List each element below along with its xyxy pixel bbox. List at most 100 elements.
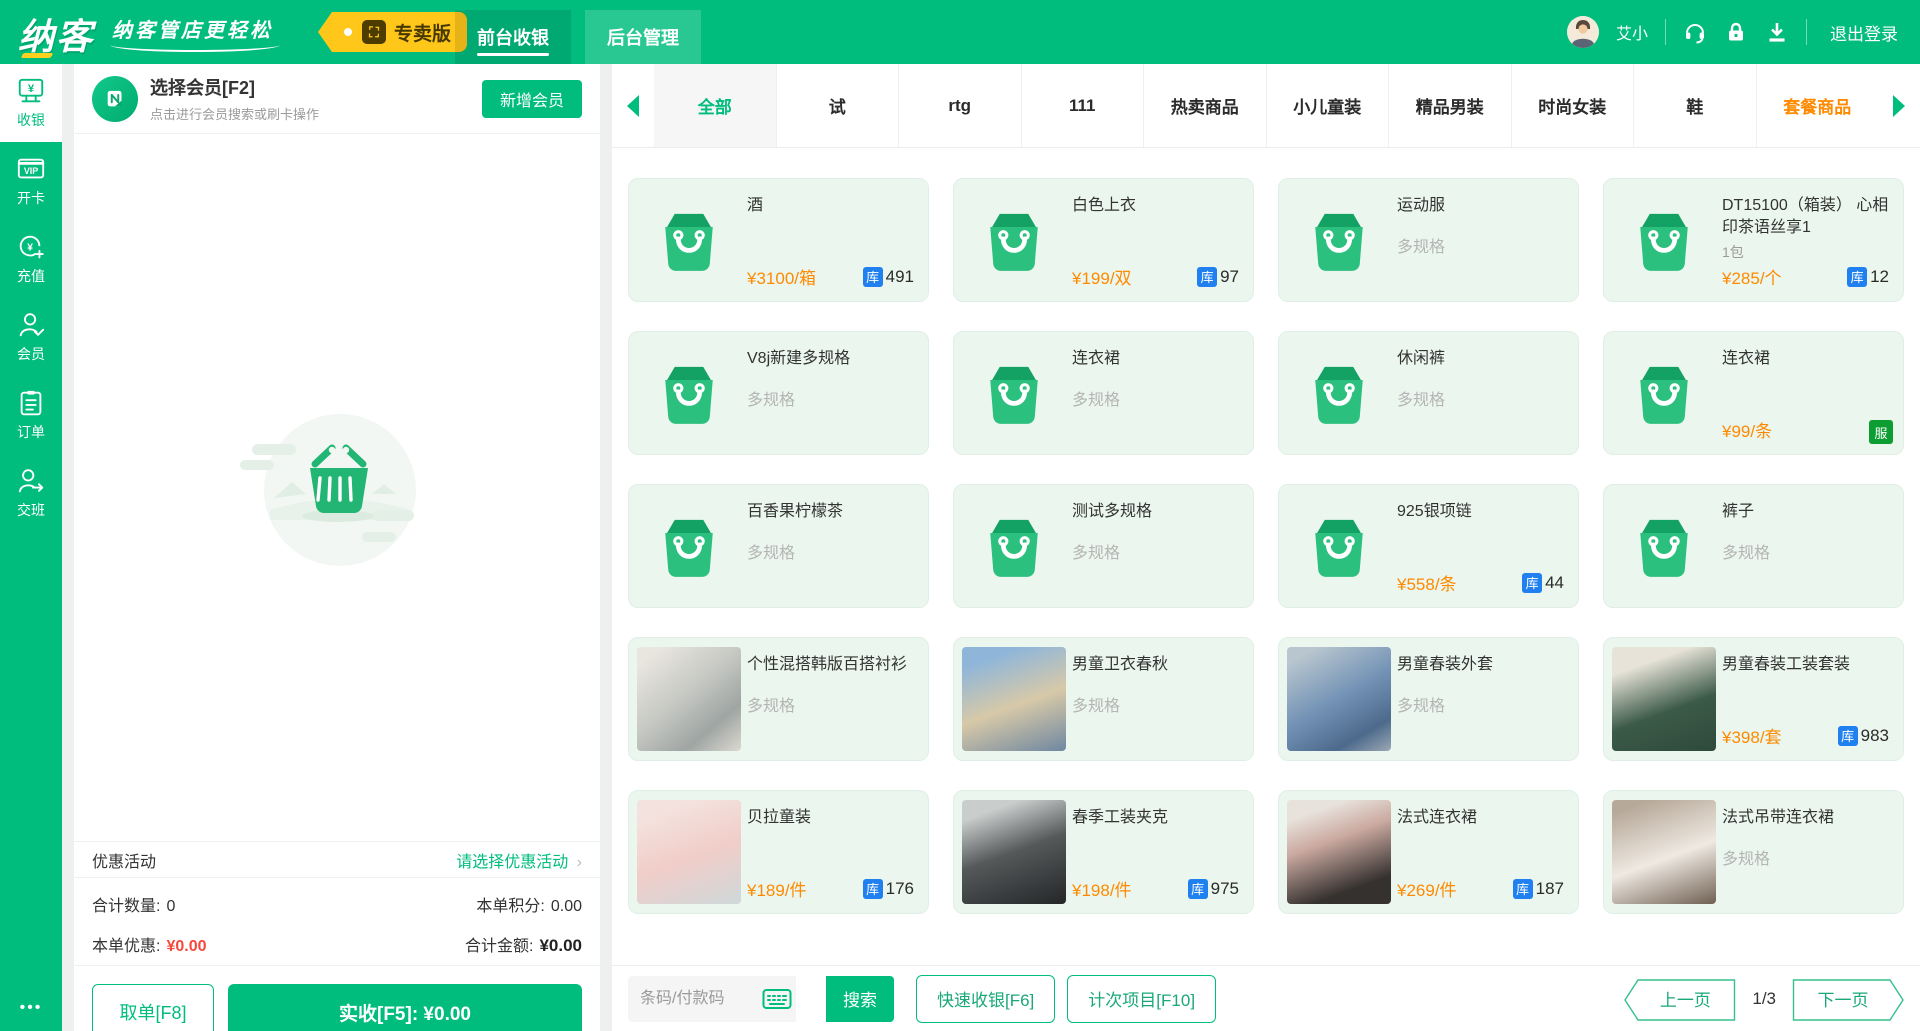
user-name[interactable]: 艾小 bbox=[1616, 20, 1648, 44]
category-tab-精品男装[interactable]: 精品男装 bbox=[1388, 64, 1511, 147]
product-card[interactable]: 男童春装外套 多规格 bbox=[1278, 637, 1579, 761]
member-select-header[interactable]: 选择会员[F2] 点击进行会员搜索或刷卡操作 新增会员 bbox=[74, 64, 600, 134]
category-tab-套餐商品[interactable]: 套餐商品 bbox=[1756, 64, 1879, 147]
product-grid: 酒 ¥3100/箱 库 491 白色上衣 ¥199/双 库 97 bbox=[612, 148, 1920, 965]
prev-page-label: 上一页 bbox=[1624, 979, 1736, 1019]
product-spec: 多规格 bbox=[747, 692, 914, 716]
product-unit: 1包 bbox=[1722, 242, 1889, 262]
category-tab-时尚女装[interactable]: 时尚女装 bbox=[1511, 64, 1634, 147]
sidebar-item-会员[interactable]: 会员 bbox=[0, 298, 62, 376]
product-card[interactable]: V8j新建多规格 多规格 bbox=[628, 331, 929, 455]
next-page-button[interactable]: 下一页 bbox=[1792, 979, 1904, 1019]
next-page-label: 下一页 bbox=[1792, 979, 1904, 1019]
sidebar: ¥收银VIP开卡¥充值会员订单交班 ••• bbox=[0, 64, 62, 1031]
product-media bbox=[637, 799, 741, 905]
shopping-bag-icon bbox=[1287, 187, 1391, 293]
stock-value: 187 bbox=[1536, 879, 1564, 899]
stock-badge: 库 bbox=[1847, 267, 1867, 287]
tab-front-cashier[interactable]: 前台收银 bbox=[455, 10, 571, 64]
product-name: 春季工装夹克 bbox=[1072, 807, 1239, 829]
lock-icon[interactable] bbox=[1724, 20, 1748, 44]
product-card[interactable]: 百香果柠檬茶 多规格 bbox=[628, 484, 929, 608]
product-card[interactable]: 白色上衣 ¥199/双 库 97 bbox=[953, 178, 1254, 302]
product-photo bbox=[637, 800, 741, 904]
customer-service-icon[interactable] bbox=[1683, 20, 1707, 44]
sidebar-item-充值[interactable]: ¥充值 bbox=[0, 220, 62, 298]
add-member-button[interactable]: 新增会员 bbox=[482, 80, 582, 118]
product-stock: 库 975 bbox=[1188, 879, 1239, 899]
product-price: ¥99/条 bbox=[1722, 417, 1772, 442]
product-name: 酒 bbox=[747, 195, 914, 217]
stock-badge: 库 bbox=[1513, 879, 1533, 899]
product-spec: 多规格 bbox=[1072, 692, 1239, 716]
product-card[interactable]: 法式连衣裙 ¥269/件 库 187 bbox=[1278, 790, 1579, 914]
keyboard-icon[interactable] bbox=[762, 987, 792, 1011]
logout-button[interactable]: 退出登录 bbox=[1830, 20, 1898, 45]
product-card[interactable]: 个性混搭韩版百搭衬衫 多规格 bbox=[628, 637, 929, 761]
product-stock: 库 187 bbox=[1513, 879, 1564, 899]
product-card[interactable]: 春季工装夹克 ¥198/件 库 975 bbox=[953, 790, 1254, 914]
stock-badge: 库 bbox=[863, 879, 883, 899]
product-card[interactable]: 酒 ¥3100/箱 库 491 bbox=[628, 178, 929, 302]
stock-badge: 库 bbox=[1197, 267, 1217, 287]
divider bbox=[1665, 19, 1666, 45]
product-card[interactable]: 贝拉童装 ¥189/件 库 176 bbox=[628, 790, 929, 914]
product-card[interactable]: DT15100（箱装） 心相印茶语丝享1 1包 ¥285/个 库 12 bbox=[1603, 178, 1904, 302]
hold-order-button[interactable]: 取单[F8] bbox=[92, 984, 214, 1031]
order-points: 本单积分:0.00 bbox=[476, 892, 582, 916]
prev-page-button[interactable]: 上一页 bbox=[1624, 979, 1736, 1019]
shopping-bag-icon bbox=[637, 187, 741, 293]
product-card[interactable]: 925银项链 ¥558/条 库 44 bbox=[1278, 484, 1579, 608]
app-slogan: 纳客管店更轻松 bbox=[112, 14, 273, 43]
product-card[interactable]: 连衣裙 多规格 bbox=[953, 331, 1254, 455]
topbar-right: 艾小 退出登录 bbox=[1567, 0, 1898, 64]
search-button[interactable]: 搜索 bbox=[826, 976, 894, 1022]
tab-back-management[interactable]: 后台管理 bbox=[585, 10, 701, 64]
product-name: 连衣裙 bbox=[1722, 348, 1889, 370]
category-tab-鞋[interactable]: 鞋 bbox=[1633, 64, 1756, 147]
category-tab-热卖商品[interactable]: 热卖商品 bbox=[1143, 64, 1266, 147]
product-photo bbox=[1612, 647, 1716, 751]
shopping-bag-icon bbox=[637, 340, 741, 446]
svg-text:¥: ¥ bbox=[28, 83, 35, 95]
shopping-bag-icon bbox=[962, 187, 1066, 293]
product-card[interactable]: 男童春装工装套装 ¥398/套 库 983 bbox=[1603, 637, 1904, 761]
product-media bbox=[1612, 799, 1716, 905]
product-card[interactable]: 测试多规格 多规格 bbox=[953, 484, 1254, 608]
select-promo-link[interactable]: 请选择优惠活动 › bbox=[456, 848, 582, 872]
sidebar-more-button[interactable]: ••• bbox=[0, 999, 62, 1017]
product-name: 白色上衣 bbox=[1072, 195, 1239, 217]
product-card[interactable]: 连衣裙 ¥99/条 服 bbox=[1603, 331, 1904, 455]
product-card[interactable]: 男童卫衣春秋 多规格 bbox=[953, 637, 1254, 761]
category-tab-小儿童装[interactable]: 小儿童装 bbox=[1266, 64, 1389, 147]
category-scroll-left-icon[interactable] bbox=[612, 64, 654, 147]
category-scroll-right-icon[interactable] bbox=[1878, 64, 1920, 147]
product-price: ¥199/双 bbox=[1072, 264, 1132, 289]
category-tab-全部[interactable]: 全部 bbox=[654, 64, 776, 147]
product-card[interactable]: 休闲裤 多规格 bbox=[1278, 331, 1579, 455]
download-icon[interactable] bbox=[1765, 20, 1789, 44]
sidebar-item-收银[interactable]: ¥收银 bbox=[0, 64, 62, 142]
category-tab-rtg[interactable]: rtg bbox=[898, 64, 1021, 147]
category-tab-试[interactable]: 试 bbox=[776, 64, 899, 147]
product-name: 贝拉童装 bbox=[747, 807, 914, 829]
stock-value: 97 bbox=[1220, 267, 1239, 287]
shift-icon: 交班 bbox=[17, 500, 45, 520]
sidebar-item-订单[interactable]: 订单 bbox=[0, 376, 62, 454]
category-tab-111[interactable]: 111 bbox=[1021, 64, 1144, 147]
user-avatar[interactable] bbox=[1567, 16, 1599, 48]
product-stock: 库 491 bbox=[863, 267, 914, 287]
product-card[interactable]: 裤子 多规格 bbox=[1603, 484, 1904, 608]
order-discount: 本单优惠:¥0.00 bbox=[92, 932, 207, 956]
quick-cashier-button[interactable]: 快速收银[F6] bbox=[916, 975, 1055, 1023]
charge-button[interactable]: 实收[F5]: ¥0.00 bbox=[228, 984, 582, 1031]
product-photo bbox=[962, 800, 1066, 904]
sidebar-item-交班[interactable]: 交班 bbox=[0, 454, 62, 532]
sidebar-item-开卡[interactable]: VIP开卡 bbox=[0, 142, 62, 220]
pos-app: 纳客 纳客管店更轻松 ⛶ 专卖版 前台收银 后台管理 艾小 bbox=[0, 0, 1920, 1031]
count-item-button[interactable]: 计次项目[F10] bbox=[1067, 975, 1216, 1023]
product-stock: 库 44 bbox=[1522, 573, 1564, 593]
member-select-text: 选择会员[F2] 点击进行会员搜索或刷卡操作 bbox=[150, 74, 319, 123]
product-card[interactable]: 运动服 多规格 bbox=[1278, 178, 1579, 302]
product-card[interactable]: 法式吊带连衣裙 多规格 bbox=[1603, 790, 1904, 914]
